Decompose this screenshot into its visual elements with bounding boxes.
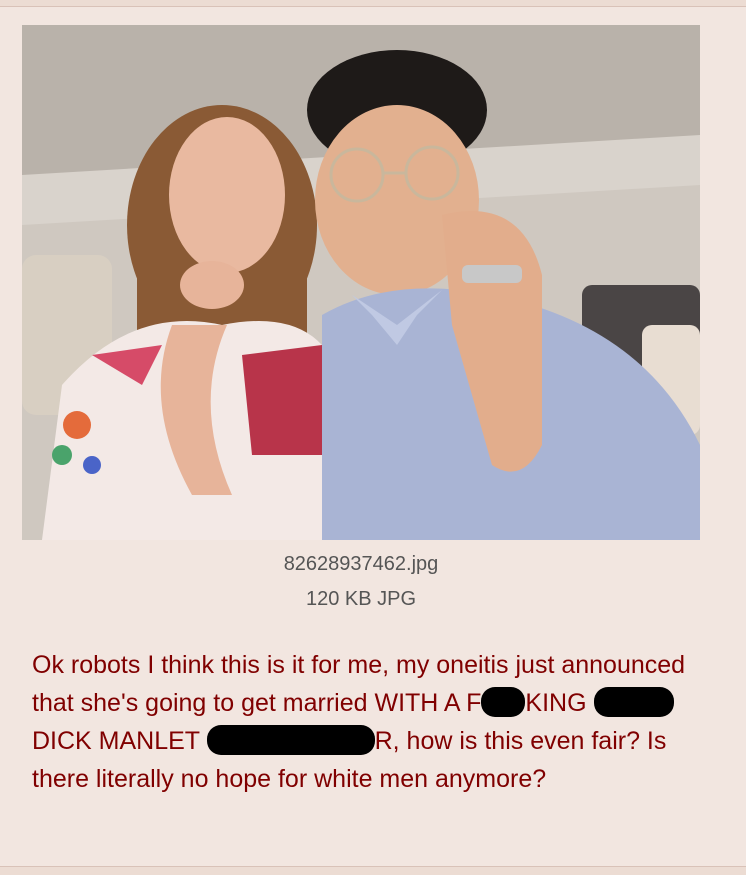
post-text-part-1: Ok robots I think this is it for me, my …	[32, 651, 686, 717]
redaction-mark	[206, 725, 375, 755]
redaction-mark	[481, 687, 526, 717]
file-name[interactable]: 82628937462.jpg	[0, 553, 722, 576]
post-image[interactable]	[22, 25, 700, 540]
post-body: Ok robots I think this is it for me, my …	[32, 646, 722, 798]
redaction-mark	[593, 687, 674, 717]
post-page: 82628937462.jpg 120 KB JPG Ok robots I t…	[0, 0, 746, 875]
bottom-divider	[0, 866, 746, 875]
post-text-part-3: DICK MANLET	[32, 727, 200, 755]
post-text-part-2: KING	[525, 689, 587, 717]
photo-illustration	[22, 25, 700, 540]
file-meta: 120 KB JPG	[305, 588, 417, 610]
top-divider	[0, 0, 746, 7]
